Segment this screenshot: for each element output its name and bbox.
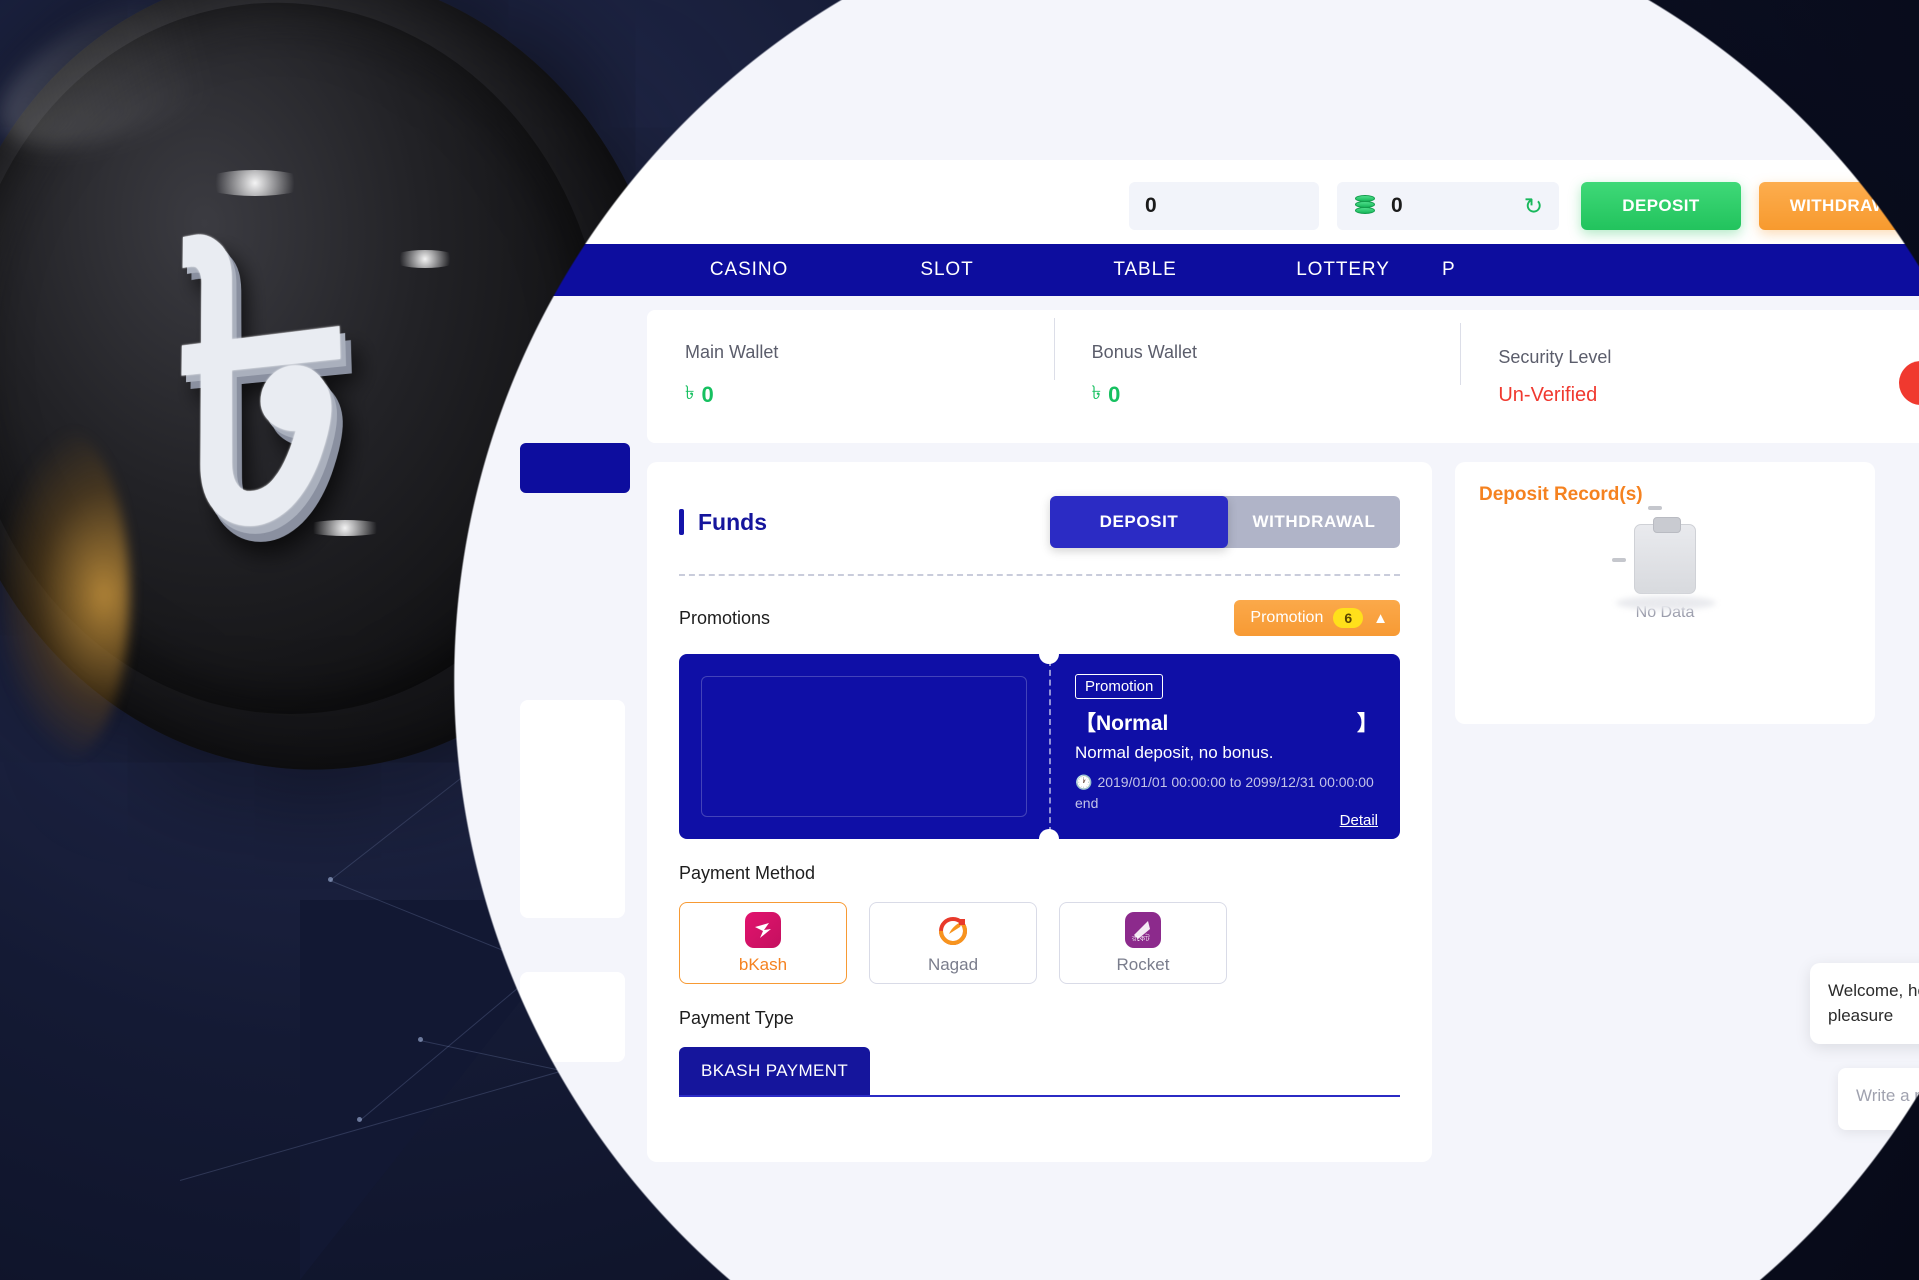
screenshot-root: 0 0 ↻ DEPOSIT WITHDRAW CASINO SLOT TABLE… (0, 0, 1919, 1280)
hero-promotional-image: ৳ (0, 0, 1919, 1280)
hero-dark-wedge (1359, 0, 1919, 340)
tab-deposit[interactable]: DEPOSIT (1050, 496, 1228, 548)
